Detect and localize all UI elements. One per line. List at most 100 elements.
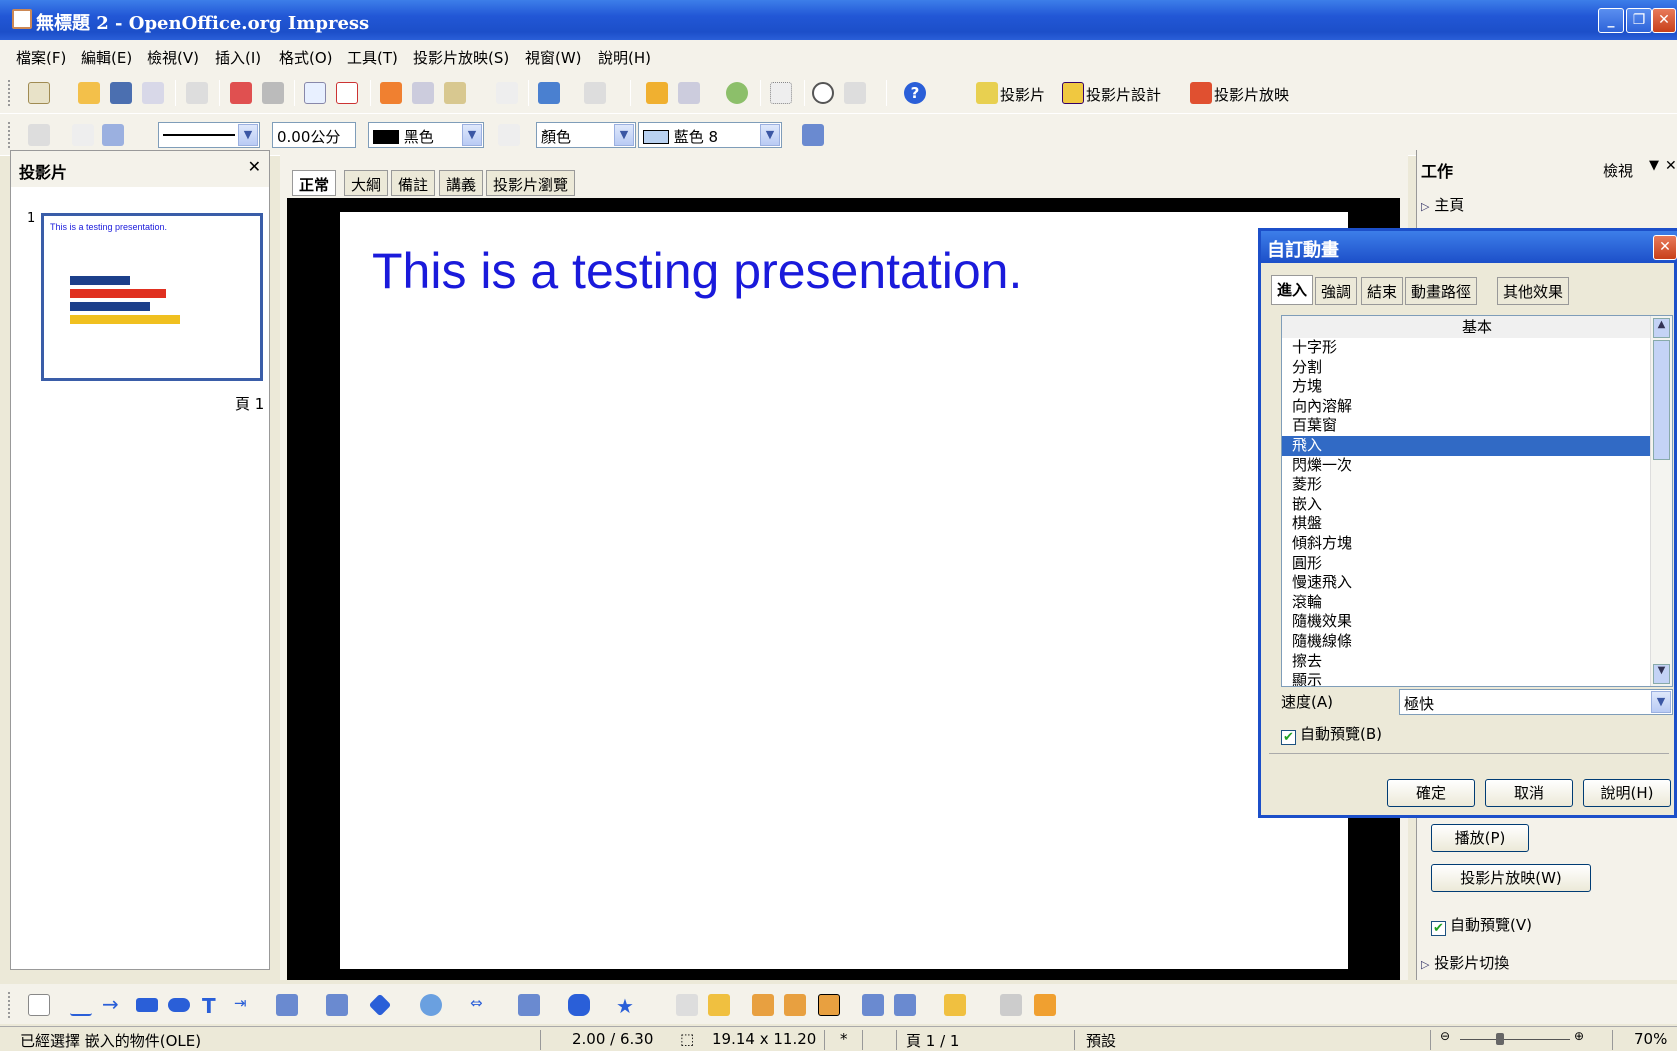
- dialog-auto-preview-checkbox[interactable]: ✔ 自動預覽(B): [1281, 723, 1382, 745]
- cancel-button[interactable]: 取消: [1485, 779, 1573, 807]
- effect-item[interactable]: 擦去: [1282, 652, 1672, 672]
- line-style-icon[interactable]: [72, 124, 94, 146]
- stars-icon[interactable]: ★: [616, 994, 638, 1018]
- effect-item[interactable]: 嵌入: [1282, 495, 1672, 515]
- effect-item[interactable]: 滾輪: [1282, 593, 1672, 613]
- glue-points-icon[interactable]: [708, 994, 730, 1016]
- open-folder-icon[interactable]: [78, 82, 100, 104]
- effect-item[interactable]: 慢速飛入: [1282, 573, 1672, 593]
- flowchart-icon[interactable]: [518, 994, 540, 1016]
- effect-item-selected[interactable]: 飛入: [1282, 435, 1672, 456]
- basic-shapes-icon[interactable]: [368, 993, 392, 1017]
- gallery-icon[interactable]: [818, 994, 840, 1016]
- effect-item[interactable]: 顯示: [1282, 671, 1672, 686]
- navigator-globe-icon[interactable]: [726, 82, 748, 104]
- toolbar-grip[interactable]: [8, 992, 12, 1018]
- slide-title[interactable]: This is a testing presentation.: [372, 242, 1022, 300]
- status-zoom[interactable]: 70%: [1634, 1030, 1667, 1048]
- slide-layout-icon[interactable]: [28, 124, 50, 146]
- auto-spellcheck-icon[interactable]: [336, 82, 358, 104]
- effect-list[interactable]: 基本 十字形 分割 方塊 向內溶解 百葉窗 飛入 閃爍一次 菱形 嵌入 棋盤 傾…: [1281, 315, 1673, 687]
- effect-item[interactable]: 隨機線條: [1282, 632, 1672, 652]
- callouts-icon[interactable]: [568, 994, 590, 1016]
- tab-normal[interactable]: 正常: [292, 170, 337, 196]
- restore-button[interactable]: ❐: [1626, 8, 1652, 33]
- auto-preview-checkbox[interactable]: ✔ 自動預覽(V): [1431, 914, 1532, 936]
- tab-slide-sorter[interactable]: 投影片瀏覽: [486, 170, 576, 196]
- slide-canvas[interactable]: This is a testing presentation.: [340, 212, 1348, 969]
- menu-format[interactable]: 格式(O): [279, 47, 333, 68]
- effect-item[interactable]: 百葉窗: [1282, 416, 1672, 436]
- effect-item[interactable]: 向內溶解: [1282, 397, 1672, 417]
- custom-animation-icon[interactable]: [1034, 994, 1056, 1016]
- connectors-icon[interactable]: [326, 994, 348, 1016]
- slide-button-label[interactable]: 投影片: [1000, 84, 1045, 105]
- close-icon[interactable]: ✕: [1665, 158, 1677, 174]
- navigator-icon[interactable]: [812, 82, 834, 104]
- edit-file-icon[interactable]: [186, 82, 208, 104]
- fontwork-icon[interactable]: [752, 994, 774, 1016]
- line-icon[interactable]: [70, 994, 92, 1016]
- help-button[interactable]: 說明(H): [1583, 779, 1671, 807]
- format-paintbrush-icon[interactable]: [496, 82, 518, 104]
- slide-design-label[interactable]: 投影片設計: [1086, 84, 1161, 105]
- effect-item[interactable]: 分割: [1282, 358, 1672, 378]
- effect-item[interactable]: 方塊: [1282, 377, 1672, 397]
- effect-item[interactable]: 菱形: [1282, 475, 1672, 495]
- area-style-select[interactable]: 顏色 ▼: [536, 122, 636, 148]
- effect-item[interactable]: 傾斜方塊: [1282, 534, 1672, 554]
- slide-show-label[interactable]: 投影片放映: [1214, 84, 1289, 105]
- connector-icon[interactable]: ⇥: [234, 994, 256, 1016]
- points-icon[interactable]: [676, 994, 698, 1016]
- task-pane-view-menu[interactable]: 檢視: [1603, 160, 1633, 181]
- toolbar-grip[interactable]: [8, 80, 12, 106]
- curve-icon[interactable]: [276, 994, 298, 1016]
- print-icon[interactable]: [262, 82, 284, 104]
- line-style-select[interactable]: ▼: [158, 122, 260, 148]
- tab-entrance[interactable]: 進入: [1271, 275, 1314, 305]
- chevron-down-icon[interactable]: ▼: [1649, 158, 1659, 173]
- tab-outline[interactable]: 大綱: [344, 170, 389, 196]
- tab-motion-paths[interactable]: 動畫路徑: [1405, 277, 1478, 305]
- cut-icon[interactable]: [380, 82, 402, 104]
- effects-icon[interactable]: [862, 994, 884, 1016]
- ok-button[interactable]: 確定: [1387, 779, 1475, 807]
- slide-design-icon[interactable]: [1062, 82, 1084, 104]
- zoom-slider[interactable]: ⊖ ⊕: [1440, 1029, 1590, 1045]
- shadow-icon[interactable]: [802, 124, 824, 146]
- ellipse-icon[interactable]: [168, 998, 190, 1012]
- chart-icon[interactable]: [646, 82, 668, 104]
- new-document-icon[interactable]: [28, 82, 50, 104]
- tab-misc-effects[interactable]: 其他效果: [1497, 277, 1570, 305]
- line-width-input[interactable]: 0.00公分: [272, 122, 356, 148]
- effect-item[interactable]: 圓形: [1282, 554, 1672, 574]
- close-window-button[interactable]: ✕: [1652, 8, 1676, 33]
- symbol-shapes-icon[interactable]: [420, 994, 442, 1016]
- paste-icon[interactable]: [444, 82, 466, 104]
- slide-transition-section[interactable]: ▷ 投影片切換: [1421, 952, 1509, 973]
- play-button[interactable]: 播放(P): [1431, 824, 1529, 852]
- effect-item[interactable]: 棋盤: [1282, 514, 1672, 534]
- save-icon[interactable]: [110, 82, 132, 104]
- tab-handout[interactable]: 講義: [439, 170, 484, 196]
- tab-notes[interactable]: 備註: [391, 170, 436, 196]
- arrange-icon[interactable]: [944, 994, 966, 1016]
- block-arrows-icon[interactable]: ⇔: [470, 994, 492, 1016]
- menu-window[interactable]: 視窗(W): [525, 47, 582, 68]
- undo-icon[interactable]: [538, 82, 560, 104]
- effect-item[interactable]: 隨機效果: [1282, 612, 1672, 632]
- text-icon[interactable]: T: [202, 994, 224, 1018]
- tab-emphasis[interactable]: 強調: [1315, 277, 1358, 305]
- speed-select[interactable]: 極快 ▼: [1399, 689, 1673, 715]
- menu-slideshow[interactable]: 投影片放映(S): [413, 47, 509, 68]
- align-icon[interactable]: [894, 994, 916, 1016]
- master-pages-section[interactable]: ▷ 主頁: [1421, 194, 1464, 215]
- slide-show-icon[interactable]: [1190, 82, 1212, 104]
- spellcheck-icon[interactable]: [304, 82, 326, 104]
- extrusion-icon[interactable]: [1000, 994, 1022, 1016]
- dialog-close-button[interactable]: ✕: [1653, 235, 1677, 260]
- effect-item[interactable]: 十字形: [1282, 338, 1672, 358]
- line-color-select[interactable]: 黑色 ▼: [368, 122, 484, 148]
- table-icon[interactable]: [678, 82, 700, 104]
- menu-tools[interactable]: 工具(T): [347, 47, 398, 68]
